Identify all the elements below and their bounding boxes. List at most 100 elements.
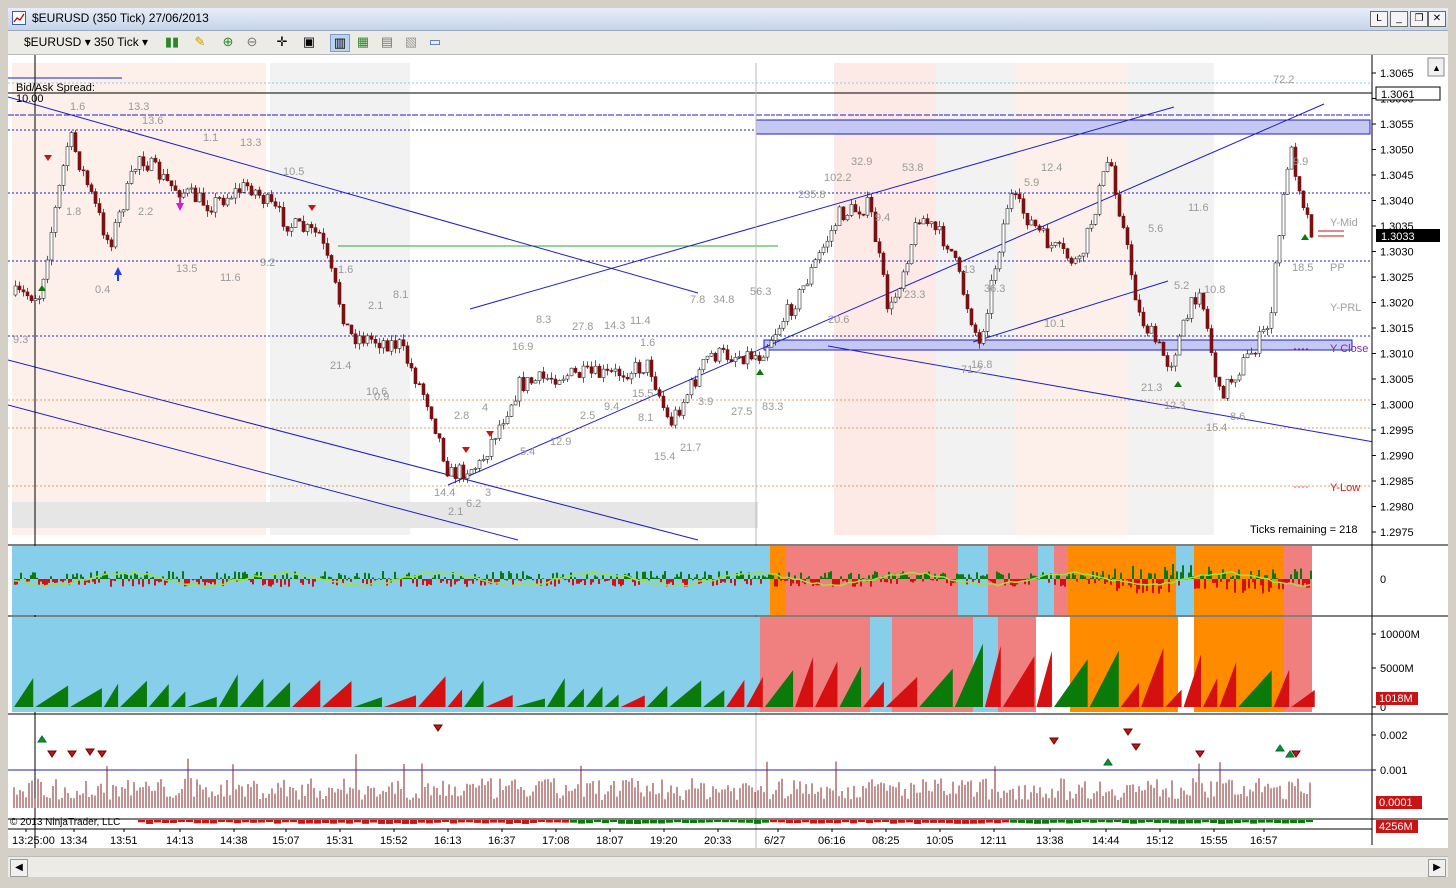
yclose-label: Y Close — [1330, 343, 1368, 355]
osc-bar — [136, 574, 138, 579]
candle-body — [617, 368, 622, 377]
zoom-out-icon[interactable]: ⊖ — [243, 34, 261, 50]
candle-body — [257, 189, 262, 196]
osc-bar — [366, 579, 368, 585]
flow-bar — [1082, 820, 1089, 823]
price-number-label: 21.7 — [680, 442, 701, 454]
flow-bar — [1178, 820, 1185, 824]
chart-area[interactable]: 1.6 13.3 13.6 1.1 13.3 10.5 1.8 2.2 13.5 11.6 9.2 1… — [7, 55, 1448, 848]
candle-body — [325, 243, 330, 256]
osc-bar — [432, 577, 434, 579]
price-number-label: 13 — [963, 264, 975, 276]
panels-icon[interactable]: ▭ — [426, 34, 444, 50]
data-box-icon[interactable]: ▣ — [300, 34, 318, 50]
templates-icon[interactable]: ▤ — [378, 34, 396, 50]
flow-bar — [634, 820, 641, 824]
flow-bar — [682, 820, 689, 823]
flow-bar — [466, 820, 473, 823]
price-tick-label: 1.3055 — [1380, 119, 1414, 131]
flow-bar — [706, 820, 713, 823]
zoom-in-icon[interactable]: ⊕ — [219, 34, 237, 50]
osc-bar — [772, 575, 774, 579]
osc-bar — [918, 575, 920, 579]
osc-bar — [916, 575, 918, 579]
osc-bar — [930, 579, 932, 581]
osc-bar — [658, 578, 660, 579]
osc-bar — [542, 578, 544, 579]
spike-down-marker — [85, 748, 95, 756]
spike-up-marker — [1275, 744, 1285, 752]
candle-body — [273, 201, 278, 207]
osc-bar — [1148, 573, 1150, 579]
status-strip — [0, 878, 1456, 888]
candle-body — [889, 301, 894, 310]
flow-bar — [1130, 820, 1137, 824]
scroll-right-button[interactable]: ▶ — [1428, 859, 1446, 877]
price-number-label: 20.6 — [828, 314, 849, 326]
chart-style-icon[interactable]: ▮▮ — [163, 34, 181, 50]
osc-bar — [1008, 573, 1010, 579]
candle-body — [693, 379, 698, 387]
osc-bar — [1234, 579, 1236, 593]
candle-body — [765, 346, 770, 358]
candle-body — [333, 267, 338, 283]
candle-body — [173, 185, 178, 191]
osc-bar — [184, 579, 186, 587]
instrument-selector[interactable]: $EURUSD ▾ — [24, 35, 91, 49]
flow-bar — [530, 820, 537, 823]
candle-body — [261, 195, 266, 204]
interval-selector[interactable]: 350 Tick ▾ — [94, 35, 148, 49]
candle-body — [349, 324, 354, 335]
candle-body — [249, 185, 254, 196]
price-number-label: 21.3 — [1141, 382, 1162, 394]
osc-bar — [350, 579, 352, 582]
candle-body — [1133, 274, 1138, 301]
crosshair-icon[interactable]: ✛ — [273, 34, 291, 50]
osc-bar — [558, 579, 560, 584]
candle-body — [457, 464, 462, 479]
osc-bar — [652, 577, 654, 579]
osc-bar — [20, 572, 22, 579]
candle-body — [113, 222, 118, 248]
price-axis: 1.30651.30601.30551.30501.30451.30401.30… — [1371, 55, 1448, 845]
restore-button[interactable]: ❐ — [1410, 11, 1428, 27]
osc-bar — [148, 579, 150, 585]
candle-body — [1021, 198, 1026, 214]
scroll-left-button[interactable]: ◀ — [10, 859, 28, 877]
osc-bar — [118, 577, 120, 579]
candle-body — [785, 304, 790, 322]
osc-bar — [1276, 578, 1278, 579]
minimize-button[interactable]: _ — [1390, 11, 1408, 27]
osc-bar — [216, 572, 218, 579]
candle-body — [1037, 225, 1042, 231]
drawing-tool-icon[interactable]: ✎ — [191, 34, 209, 50]
candle-body — [933, 221, 938, 231]
properties-icon[interactable]: ▧ — [402, 34, 420, 50]
candle-body — [505, 416, 510, 424]
osc-bar — [224, 573, 226, 579]
candle-body — [25, 291, 30, 297]
candle-body — [337, 282, 342, 305]
candle-body — [701, 358, 706, 371]
price-tick-label: 1.3010 — [1380, 349, 1414, 361]
osc-bar — [1072, 573, 1074, 579]
l-button[interactable]: L — [1370, 11, 1388, 27]
candle-body — [529, 377, 534, 384]
indicators-icon[interactable]: ▥ — [330, 34, 350, 52]
osc-bar — [420, 575, 422, 579]
osc-bar — [100, 577, 102, 579]
strategies-icon[interactable]: ▦ — [354, 34, 372, 50]
osc-bar — [1226, 579, 1228, 590]
candle-body — [281, 207, 286, 227]
candle-body — [945, 245, 950, 250]
flow-bar — [738, 820, 745, 823]
candle-body — [1033, 219, 1038, 227]
horizontal-scrollbar[interactable]: ◀ ▶ — [8, 856, 1448, 877]
osc-bar — [1082, 575, 1084, 579]
osc-bar — [280, 579, 282, 587]
osc-bar — [568, 579, 570, 583]
price-number-label: 10.5 — [283, 166, 304, 178]
osc-bar — [34, 572, 36, 579]
osc-bar — [502, 573, 504, 579]
close-button[interactable]: ✕ — [1428, 11, 1446, 27]
